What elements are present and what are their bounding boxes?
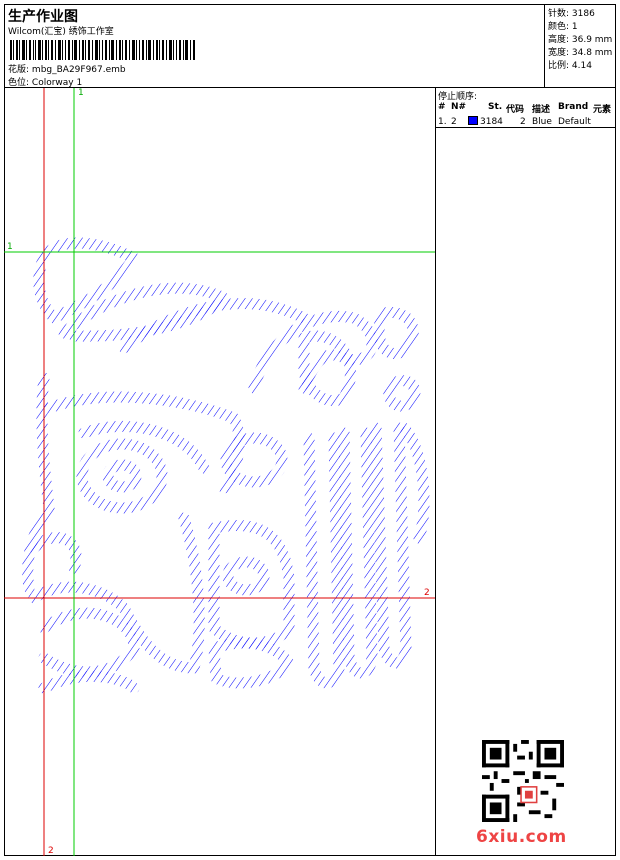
- table-divider: [436, 127, 616, 128]
- color-swatch: [468, 116, 478, 125]
- company-name: Wilcom(汇宝) 绣饰工作室: [8, 27, 114, 37]
- col-desc: 描述: [532, 105, 551, 115]
- col-needle: N#: [451, 102, 467, 112]
- stat-colors: 颜色: 1: [548, 22, 578, 32]
- stat-ratio: 比例: 4.14: [548, 61, 592, 71]
- stat-height: 高度: 36.9 mm: [548, 35, 613, 45]
- design-canvas[interactable]: 1 1 2 2: [4, 88, 436, 856]
- embroidery-preview: [4, 88, 435, 856]
- watermark-logo: 6xiu.com: [476, 827, 567, 847]
- col-element: 元素: [593, 105, 612, 115]
- row-index: 1.: [438, 117, 447, 127]
- barcode: [10, 40, 195, 60]
- row-needle: 2: [451, 117, 457, 127]
- guide-label-v1: 1: [78, 88, 84, 98]
- page-title: 生产作业图: [8, 9, 78, 25]
- qr-code: [482, 740, 564, 822]
- guide-label-v2: 2: [48, 846, 54, 856]
- guide-label-h2: 2: [424, 588, 430, 598]
- guide-label-h1: 1: [7, 242, 13, 252]
- colorway: 色位: Colorway 1: [8, 75, 82, 88]
- row-desc: Blue: [532, 117, 552, 127]
- colorway-value: Colorway 1: [31, 78, 83, 88]
- row-stitches: 3184: [480, 117, 503, 127]
- col-index: #: [438, 102, 446, 112]
- stop-sequence-panel: 停止顺序: # N# St. 代码 描述 Brand 元素 1. 2 3184 …: [436, 88, 616, 856]
- row-code: 2: [520, 117, 526, 127]
- design-file: 花版: mbg_BA29F967.emb: [8, 62, 126, 75]
- col-brand: Brand: [558, 102, 589, 112]
- row-brand: Default: [558, 117, 591, 127]
- stop-sequence-title: 停止顺序:: [438, 92, 478, 102]
- col-stitches: St.: [488, 102, 503, 112]
- design-label: 花版:: [8, 65, 30, 75]
- stat-width: 宽度: 34.8 mm: [548, 48, 613, 58]
- design-value: mbg_BA29F967.emb: [31, 65, 126, 75]
- stats-panel: 针数: 3186 颜色: 1 高度: 36.9 mm 宽度: 34.8 mm 比…: [545, 4, 616, 88]
- colorway-label: 色位:: [8, 78, 30, 88]
- header-panel: 生产作业图 Wilcom(汇宝) 绣饰工作室 花版: mbg_BA29F967.…: [4, 4, 545, 88]
- col-code: 代码: [506, 105, 525, 115]
- embroidery-design: [22, 237, 430, 694]
- stat-stitches: 针数: 3186: [548, 9, 595, 19]
